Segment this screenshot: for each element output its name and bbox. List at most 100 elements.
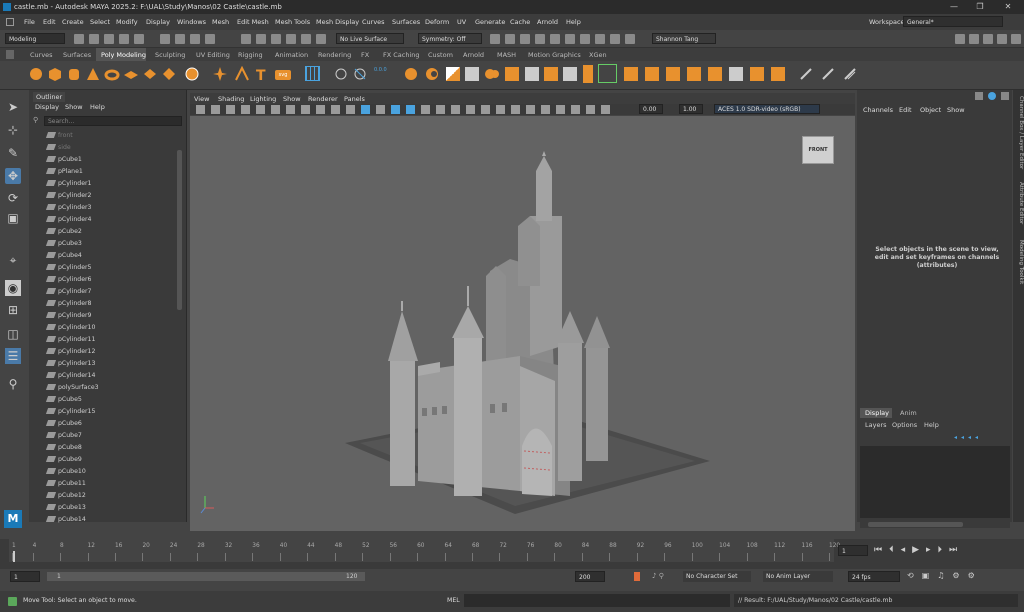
tool-settings-icon[interactable]: [983, 34, 993, 44]
cb-help-icon[interactable]: [988, 92, 996, 100]
scale-tool-icon[interactable]: ▣: [5, 210, 21, 226]
move-tool-icon[interactable]: ✥: [5, 168, 21, 184]
channel-box-icon[interactable]: [997, 34, 1007, 44]
shelf-tab-custom[interactable]: Custom: [428, 51, 453, 59]
layer-menu-help[interactable]: Help: [924, 421, 939, 429]
character-set-dropdown[interactable]: No Character Set: [683, 571, 751, 582]
range-start-field[interactable]: 1: [10, 571, 40, 582]
layer-scrollbar[interactable]: [868, 522, 963, 527]
command-language-label[interactable]: MEL: [447, 597, 460, 604]
menu-mesh[interactable]: Mesh: [212, 18, 229, 26]
shelf-tab-fx[interactable]: FX: [361, 51, 369, 59]
poly-text-icon[interactable]: T: [256, 68, 266, 84]
poly-plane-icon[interactable]: [123, 66, 139, 82]
paint-select-icon[interactable]: ✎: [5, 145, 21, 161]
outliner-item[interactable]: pCylinder14: [45, 370, 95, 382]
poly-cone-icon[interactable]: [85, 66, 101, 82]
symmetry-dropdown[interactable]: Symmetry: Off: [418, 33, 482, 44]
menu-cache[interactable]: Cache: [510, 18, 530, 26]
bookmarks-icon[interactable]: [226, 105, 235, 114]
fps-dropdown[interactable]: 24 fps: [848, 571, 900, 582]
menu-edit[interactable]: Edit: [43, 18, 56, 26]
time-slider-playhead[interactable]: [13, 551, 15, 562]
menu-uv[interactable]: UV: [457, 18, 466, 26]
outliner-search-input[interactable]: Search...: [44, 116, 182, 126]
select-component-icon[interactable]: [190, 34, 200, 44]
menu-file[interactable]: File: [24, 18, 35, 26]
camera-attrs-icon[interactable]: [211, 105, 220, 114]
outliner-item[interactable]: pCube7: [45, 430, 82, 442]
shelf-tab-xgen[interactable]: XGen: [589, 51, 607, 59]
time-slider[interactable]: 1 4 8 12 16 20 24 28 32 36 40 44 48 52 56 60 64 68 72 76 80 8…: [0, 539, 1024, 569]
outliner-item[interactable]: pCylinder2: [45, 190, 92, 202]
outliner-item[interactable]: pCube3: [45, 238, 82, 250]
shelf-tab-arnold[interactable]: Arnold: [463, 51, 484, 59]
key-filter-icons[interactable]: ♪ ⚲: [652, 572, 678, 580]
close-button[interactable]: ✕: [998, 2, 1018, 12]
collapse-icon[interactable]: [687, 67, 701, 81]
outliner-search-options-icon[interactable]: ⚲: [33, 116, 41, 126]
snap-view-icon[interactable]: [286, 34, 296, 44]
side-tab-channel-box[interactable]: Channel Box / Layer Editor: [1013, 96, 1024, 169]
rotate-tool-icon[interactable]: ⟳: [5, 190, 21, 206]
lasso-tool-icon[interactable]: ⊹: [5, 122, 21, 138]
menu-create[interactable]: Create: [62, 18, 84, 26]
merge-icon[interactable]: [708, 67, 722, 81]
smooth-shade-icon[interactable]: [376, 105, 385, 114]
shelf-tab-rigging[interactable]: Rigging: [238, 51, 263, 59]
select-camera-icon[interactable]: [196, 105, 205, 114]
gamma-field[interactable]: 1.00: [679, 104, 703, 114]
undo-icon[interactable]: [119, 34, 129, 44]
hypershade-icon[interactable]: [565, 34, 575, 44]
outliner-item[interactable]: pCube12: [45, 490, 86, 502]
smooth-icon[interactable]: 0.0.0: [374, 67, 387, 73]
side-tab-modeling-toolkit[interactable]: Modeling Toolkit: [1013, 240, 1024, 284]
smooth-wire-icon[interactable]: [391, 105, 400, 114]
view-cube[interactable]: FRONT: [802, 136, 834, 164]
outliner-menu-display[interactable]: Display: [35, 103, 59, 111]
outliner-title[interactable]: Outliner: [33, 92, 66, 102]
snap-grid-icon[interactable]: [241, 34, 251, 44]
boolean-difference-icon[interactable]: [424, 66, 440, 82]
menuset-dropdown[interactable]: Modeling: [5, 33, 65, 44]
shelf-tab-rendering[interactable]: Rendering: [318, 51, 351, 59]
poly-pipe-icon[interactable]: [234, 66, 250, 82]
outliner-item[interactable]: pCube1: [45, 154, 82, 166]
grid-icon[interactable]: [256, 105, 265, 114]
vp-menu-shading[interactable]: Shading: [218, 95, 244, 103]
render-setup-icon[interactable]: [580, 34, 590, 44]
outliner-item[interactable]: pCylinder15: [45, 406, 95, 418]
snap-curve-icon[interactable]: [256, 34, 266, 44]
multi-cut-icon[interactable]: [598, 64, 617, 83]
motion-blur-icon[interactable]: [466, 105, 475, 114]
outliner-item[interactable]: pCylinder5: [45, 262, 92, 274]
outliner-item[interactable]: pCylinder7: [45, 286, 92, 298]
outliner-item[interactable]: side: [45, 142, 71, 154]
attribute-editor-icon[interactable]: [969, 34, 979, 44]
outliner-item[interactable]: pCylinder1: [45, 178, 92, 190]
workspace-dropdown[interactable]: General*: [903, 16, 1003, 27]
ambient-occlusion-icon[interactable]: [451, 105, 460, 114]
search-icon[interactable]: ⚲: [5, 376, 21, 392]
bevel-icon[interactable]: [544, 67, 558, 81]
wedge-icon[interactable]: [750, 67, 764, 81]
menu-surfaces[interactable]: Surfaces: [392, 18, 420, 26]
outliner-item[interactable]: pCylinder10: [45, 322, 95, 334]
layer-action-icons[interactable]: ◂◂◂◂: [954, 434, 1006, 441]
cb-menu-edit[interactable]: Edit: [899, 106, 912, 114]
layer-tab-display[interactable]: Display: [865, 409, 889, 417]
wireframe-icon[interactable]: [361, 105, 370, 114]
delete-edge-icon[interactable]: [729, 67, 743, 81]
safe-action-icon[interactable]: [331, 105, 340, 114]
cb-menu-channels[interactable]: Channels: [863, 106, 893, 114]
outliner-menu-help[interactable]: Help: [90, 103, 105, 111]
menu-curves[interactable]: Curves: [362, 18, 385, 26]
outliner-item[interactable]: pCylinder3: [45, 202, 92, 214]
outliner-item[interactable]: pCube5: [45, 394, 82, 406]
range-bar[interactable]: [47, 572, 365, 581]
edit-uvs-icon[interactable]: [798, 66, 814, 82]
live-surface-field[interactable]: No Live Surface: [336, 33, 404, 44]
poly-disc-icon[interactable]: [142, 66, 158, 82]
layout-icon[interactable]: [1011, 34, 1021, 44]
cb-lock-icon[interactable]: [975, 92, 983, 100]
